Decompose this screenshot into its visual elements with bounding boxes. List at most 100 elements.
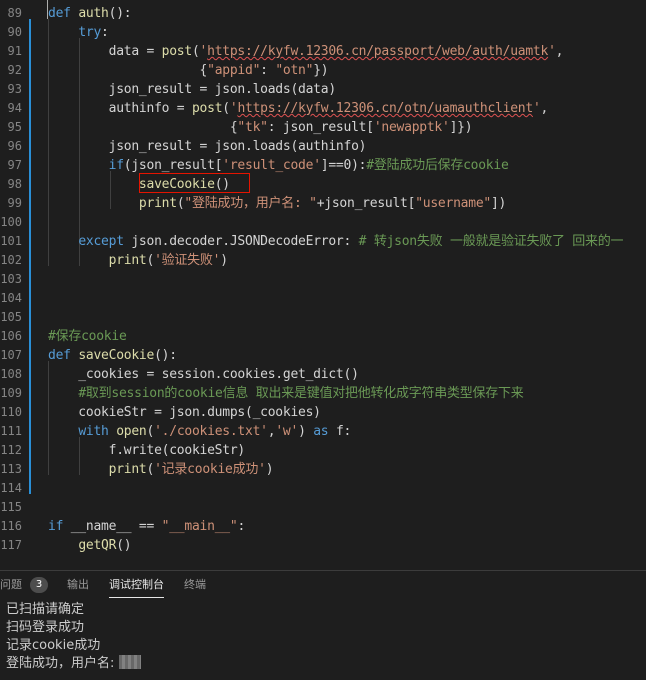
code-editor[interactable]: 89 def auth(): 90 try: 91 data = post('http…: [0, 0, 646, 570]
line-number: 112: [0, 443, 22, 457]
code-line: 93 json_result = json.loads(data): [0, 80, 646, 99]
code-token: def: [48, 348, 79, 363]
code-line: 89 def auth():: [0, 4, 646, 23]
line-number: 96: [7, 139, 22, 153]
code-line: 109 #取到session的cookie信息 取出来是键值对把他转化成字符串类…: [0, 384, 646, 403]
code-text: print('验证失败'): [48, 251, 228, 270]
code-token: post: [161, 44, 193, 59]
code-token: __name__ ==: [63, 519, 162, 534]
tab-problems[interactable]: 问题: [0, 571, 22, 599]
text-cursor: [47, 0, 48, 19]
line-number: 100: [0, 215, 22, 229]
code-line: 90 try:: [0, 23, 646, 42]
tab-label: 问题: [0, 578, 22, 591]
code-text: {"appid": "otn"}): [48, 61, 329, 80]
code-line: 103: [0, 270, 646, 289]
code-line: 116 if __name__ == "__main__":: [0, 517, 646, 536]
code-token: open: [116, 424, 147, 439]
code-text: {"tk": json_result['newapptk']}): [48, 118, 473, 137]
line-number: 109: [0, 386, 22, 400]
line-number: 102: [0, 253, 22, 267]
code-token: print: [138, 196, 177, 211]
code-text: except json.decoder.JSONDecodeError: # 转…: [48, 232, 623, 251]
code-line: 101 except json.decoder.JSONDecodeError:…: [0, 232, 646, 251]
code-token: ():: [108, 6, 132, 21]
code-token: f:: [328, 424, 352, 439]
code-token: 'w': [275, 424, 299, 439]
code-token: 'newapptk': [373, 120, 450, 135]
code-token: saveCookie: [78, 348, 155, 363]
code-token: getQR: [78, 538, 117, 553]
code-text: if(json_result['result_code']==0):#登陆成功后…: [48, 156, 509, 175]
tab-debug-console[interactable]: 调试控制台: [109, 571, 164, 598]
code-token: ,: [555, 44, 564, 59]
line-number: 106: [0, 329, 22, 343]
line-number: 95: [7, 120, 22, 134]
code-text: try:: [48, 23, 109, 42]
code-token: (: [146, 462, 155, 477]
code-text: data = post('https://kyfw.12306.cn/passp…: [48, 42, 564, 61]
code-token: {: [48, 120, 238, 135]
line-number: 111: [0, 424, 22, 438]
code-token: f.write(cookieStr): [48, 443, 246, 458]
code-line: 115: [0, 498, 646, 517]
code-token: ): [265, 462, 274, 477]
line-number: 117: [0, 538, 22, 552]
code-token: if: [108, 158, 124, 173]
code-token: #取到session的cookie信息 取出来是键值对把他转化成字符串类型保存下…: [78, 386, 524, 401]
code-token: data =: [48, 44, 162, 59]
bottom-panel: 问题 3 输出 调试控制台 终端 已扫描请确定 扫码登录成功 记录cookie成…: [0, 570, 646, 680]
code-line: 98 saveCookie(): [0, 175, 646, 194]
code-token: ': [532, 101, 541, 116]
line-number: 108: [0, 367, 22, 381]
code-text: def saveCookie():: [48, 346, 177, 365]
code-line: 111 with open('./cookies.txt','w') as f:: [0, 422, 646, 441]
code-token: cookieStr = json.dumps(_cookies): [48, 405, 321, 420]
code-token: ]): [490, 196, 507, 211]
code-token: _cookies = session.cookies.get_dict(): [48, 367, 359, 382]
code-token: "username": [415, 196, 491, 211]
line-number: 99: [7, 196, 22, 210]
code-line: 112 f.write(cookieStr): [0, 441, 646, 460]
code-token: (: [222, 101, 230, 116]
code-token: def: [48, 6, 79, 21]
line-number: 98: [7, 177, 22, 191]
code-token: #保存cookie: [48, 329, 127, 344]
line-number: 103: [0, 272, 22, 286]
code-token: (: [146, 424, 155, 439]
code-text: def auth():: [48, 4, 132, 23]
debug-console-output[interactable]: 已扫描请确定 扫码登录成功 记录cookie成功 登陆成功，用户名:: [6, 601, 636, 673]
line-number: 97: [7, 158, 22, 172]
console-line-text: 登陆成功，用户名:: [6, 656, 119, 671]
tab-label: 调试控制台: [109, 578, 164, 591]
code-line: 117 getQR(): [0, 536, 646, 555]
code-token: ]==0):: [320, 158, 367, 173]
code-line: 92 {"appid": "otn"}): [0, 61, 646, 80]
code-token: './cookies.txt': [154, 424, 268, 439]
code-token: #登陆成功后保存cookie: [366, 158, 509, 173]
line-number: 93: [7, 82, 22, 96]
line-number: 105: [0, 310, 22, 324]
code-token: ': [199, 44, 208, 59]
code-text: print("登陆成功，用户名: "+json_result["username…: [48, 194, 506, 213]
code-line: 91 data = post('https://kyfw.12306.cn/pa…: [0, 42, 646, 61]
code-text: authinfo = post('https://kyfw.12306.cn/o…: [48, 99, 549, 118]
tab-output[interactable]: 输出: [67, 571, 89, 599]
code-token: {: [48, 63, 208, 78]
code-token: }): [313, 63, 329, 78]
console-line: 已扫描请确定: [6, 602, 85, 617]
code-text: #保存cookie: [48, 327, 127, 346]
tab-terminal[interactable]: 终端: [184, 571, 206, 599]
code-token: ():: [154, 348, 177, 363]
code-token: https://kyfw.12306.cn/passport/web/auth/…: [207, 44, 549, 59]
code-token: ': [548, 44, 556, 59]
code-token: https://kyfw.12306.cn/otn/uamauthclient: [237, 101, 533, 116]
line-number: 89: [7, 6, 22, 20]
code-token: ]}): [449, 120, 473, 135]
